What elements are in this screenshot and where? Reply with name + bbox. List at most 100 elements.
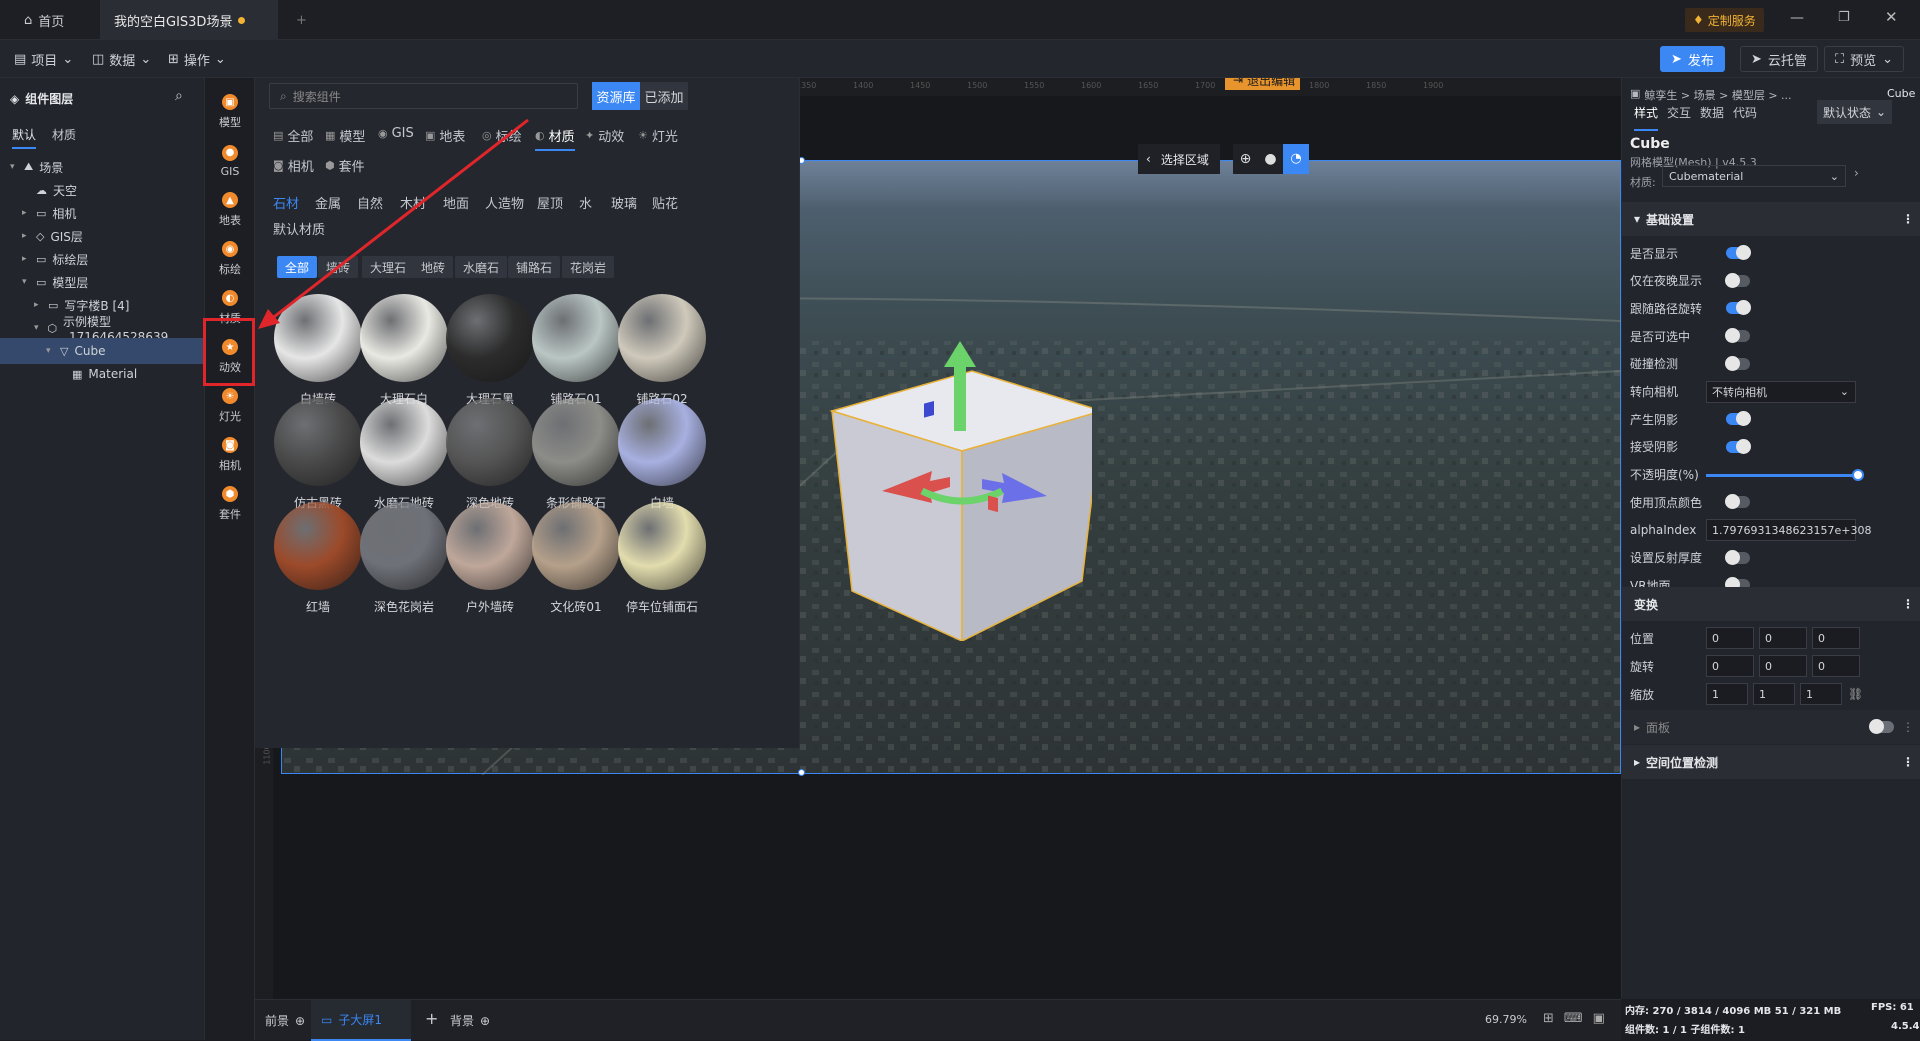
opacity-slider[interactable] [1706, 468, 1864, 481]
tab-0[interactable]: 样式 [1634, 104, 1659, 131]
cube-model[interactable] [822, 341, 1092, 641]
sidebar-item-cube[interactable]: ▣ 模型 [207, 84, 253, 140]
gizmo-plane-red[interactable] [988, 495, 998, 513]
sphere-icon[interactable]: ● [1258, 151, 1283, 167]
material-card[interactable]: 白墙 [616, 396, 708, 512]
close-icon[interactable]: ✕ [1885, 8, 1898, 26]
slider-handle[interactable] [1852, 468, 1864, 481]
more-icon[interactable]: ⋮ [1902, 212, 1914, 226]
material-card[interactable]: 深色花岗岩 [358, 500, 450, 616]
panel-toggle[interactable] [1869, 719, 1894, 734]
rotation-y-input[interactable]: 0 [1759, 655, 1807, 677]
rotation-z-input[interactable]: 0 [1812, 655, 1860, 677]
globe-icon[interactable]: ⊕ [1233, 151, 1258, 167]
new-tab-button[interactable]: + [282, 0, 321, 40]
material-card[interactable]: 深色地砖 [444, 396, 536, 512]
data-menu[interactable]: ◫ 数据 ⌄ [92, 48, 151, 70]
property-toggle[interactable] [1726, 411, 1751, 427]
position-z-input[interactable]: 0 [1812, 627, 1860, 649]
property-input[interactable]: 1.7976931348623157e+308 [1706, 519, 1871, 541]
search-icon[interactable]: ⌕ [175, 88, 183, 104]
keyboard-icon[interactable]: ⌨ [1564, 1011, 1583, 1026]
spatial-detection-header[interactable]: ▸ 空间位置检测 ⋮ [1622, 745, 1920, 779]
property-toggle[interactable] [1725, 355, 1750, 371]
scale-z-input[interactable]: 1 [1800, 683, 1842, 705]
material-card[interactable]: 仿古黑砖 [272, 396, 364, 512]
preview-button[interactable]: ⛶ 预览 ⌄ [1824, 46, 1905, 72]
subcategory-tab[interactable]: 水 [579, 193, 592, 212]
resource-library-button[interactable]: 资源库 [592, 82, 640, 110]
category-7[interactable]: ☀ 灯光 [638, 126, 678, 145]
fit-screen-icon[interactable]: ⊞ [1543, 1011, 1554, 1026]
material-card[interactable]: 红墙 [272, 500, 364, 616]
scale-x-input[interactable]: 1 [1706, 683, 1748, 705]
position-y-input[interactable]: 0 [1759, 627, 1807, 649]
add-screen-button[interactable]: + [425, 1009, 438, 1028]
project-menu[interactable]: ▤ 项目 ⌄ [14, 48, 73, 70]
tab-2[interactable]: 数据 [1700, 104, 1724, 121]
category-5[interactable]: ◐ 材质 [535, 126, 575, 151]
restore-icon[interactable]: ❐ [1838, 10, 1850, 25]
cloud-host-button[interactable]: ➤ 云托管 [1740, 46, 1818, 72]
sidebar-item-light[interactable]: ☀ 灯光 [207, 378, 253, 434]
position-x-input[interactable]: 0 [1706, 627, 1754, 649]
tab-material[interactable]: 材质 [52, 126, 76, 143]
property-toggle[interactable] [1725, 272, 1750, 288]
more-icon[interactable]: ⋮ [1902, 597, 1914, 611]
property-toggle[interactable] [1726, 300, 1751, 316]
expand-arrow-icon[interactable]: ▾ [34, 323, 41, 333]
sidebar-item-kit[interactable]: ⬢ 套件 [207, 476, 253, 532]
material-card[interactable]: 户外墙砖 [444, 500, 536, 616]
add-circle-icon[interactable]: ⊕ [295, 1014, 305, 1028]
property-toggle[interactable] [1725, 494, 1750, 510]
home-tab[interactable]: ⌂ 首页 [10, 0, 78, 40]
state-select[interactable]: 默认状态 ⌄ [1817, 100, 1892, 124]
subcategory-tab[interactable]: 玻璃 [611, 193, 637, 212]
sidebar-item-terrain[interactable]: ▲ 地表 [207, 182, 253, 238]
expand-arrow-icon[interactable]: ▸ [22, 208, 30, 218]
link-icon[interactable]: ⛓ [1848, 687, 1863, 701]
chevron-right-icon[interactable]: › [1854, 166, 1859, 180]
expand-arrow-icon[interactable]: ▾ [22, 277, 30, 287]
material-card[interactable]: 文化砖01 [530, 500, 622, 616]
added-button[interactable]: 已添加 [640, 82, 688, 110]
terminal-icon[interactable]: ▣ [1593, 1011, 1605, 1026]
sidebar-item-globe[interactable]: ● GIS [207, 133, 253, 189]
material-select[interactable]: Cubematerial ⌄ [1662, 165, 1846, 187]
category-6[interactable]: ✦ 动效 [585, 126, 624, 145]
rotation-x-input[interactable]: 0 [1706, 655, 1754, 677]
sidebar-item-pin[interactable]: ◉ 标绘 [207, 231, 253, 287]
sub-screen-tab[interactable]: ▭ 子大屏1 [311, 1000, 411, 1041]
material-card[interactable]: 条形铺路石 [530, 396, 622, 512]
more-icon[interactable]: ⋮ [1902, 755, 1914, 769]
scale-y-input[interactable]: 1 [1753, 683, 1795, 705]
property-toggle[interactable] [1725, 328, 1750, 344]
filter-chip[interactable]: 花岗岩 [562, 256, 615, 278]
transform-header[interactable]: 变换 ⋮ [1622, 587, 1920, 621]
tab-default[interactable]: 默认 [12, 126, 37, 149]
selection-handle[interactable] [798, 769, 805, 776]
subcategory-tab[interactable]: 贴花 [652, 193, 678, 212]
material-card[interactable]: 铺路石02 [616, 292, 708, 408]
expand-arrow-icon[interactable]: ▸ [34, 300, 42, 310]
more-icon[interactable]: ⋮ [1902, 720, 1914, 734]
tab-3[interactable]: 代码 [1733, 104, 1757, 121]
material-card[interactable]: 水磨石地砖 [358, 396, 450, 512]
property-toggle[interactable] [1725, 549, 1750, 565]
zoom-level[interactable]: 69.79% [1485, 1013, 1527, 1026]
operate-menu[interactable]: ⊞ 操作 ⌄ [168, 48, 226, 70]
select-area-button[interactable]: ‹ 选择区域 [1138, 144, 1220, 174]
sidebar-item-camera[interactable]: ◙ 相机 [207, 427, 253, 483]
expand-arrow-icon[interactable]: ▾ [46, 346, 54, 356]
project-tab[interactable]: 我的空白GIS3D场景 [100, 0, 278, 40]
expand-arrow-icon[interactable]: ▸ [22, 254, 30, 264]
expand-arrow-icon[interactable]: ▸ [22, 231, 30, 241]
subcategory-tab[interactable]: 屋顶 [537, 193, 563, 212]
expand-arrow-icon[interactable]: ▾ [10, 162, 18, 172]
property-select[interactable]: 不转向相机 ⌄ [1706, 380, 1856, 403]
property-toggle[interactable] [1726, 245, 1751, 260]
panel-section-header[interactable]: ▸ 面板 ⋮ [1622, 710, 1920, 744]
orbit-icon[interactable]: ◔ [1283, 144, 1309, 174]
material-card[interactable]: 停车位铺面石 [616, 500, 708, 616]
add-circle-icon[interactable]: ⊕ [480, 1014, 490, 1028]
